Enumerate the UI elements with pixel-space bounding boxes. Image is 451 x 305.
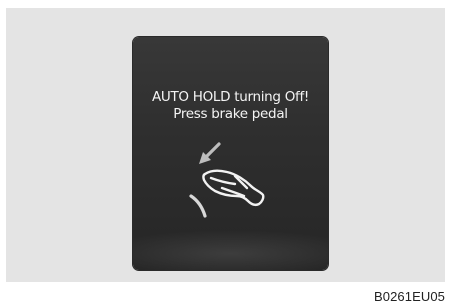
- foot-icon: [202, 169, 265, 206]
- brake-pedal-foot-icon: [189, 142, 265, 218]
- warning-message-line1: AUTO HOLD turning Off!: [151, 89, 310, 105]
- pedal-arc-icon: [189, 194, 207, 218]
- cluster-display-screen: AUTO HOLD turning Off! Press brake pedal: [133, 37, 328, 270]
- press-arrow-icon: [199, 142, 221, 164]
- figure-code-label: B0261EU05: [373, 289, 445, 304]
- warning-message-line2: Press brake pedal: [173, 106, 288, 122]
